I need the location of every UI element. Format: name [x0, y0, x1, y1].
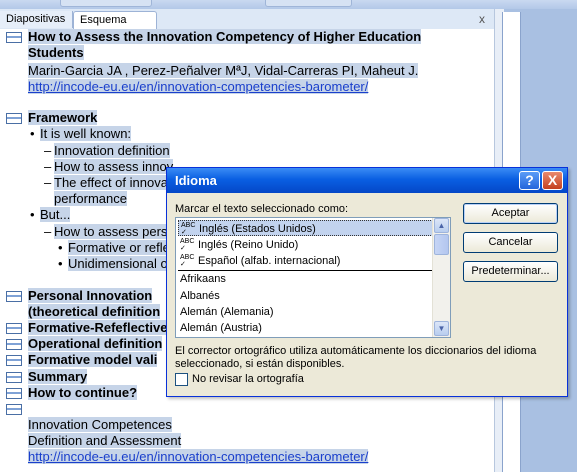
slide-icon[interactable]	[6, 404, 22, 415]
slide-icon[interactable]	[6, 32, 22, 43]
dialog-title: Idioma	[175, 173, 217, 188]
window-top-strip	[0, 0, 577, 9]
dash-bullet-icon: –	[44, 159, 52, 174]
outline-bullet[interactable]: But...	[40, 207, 71, 222]
slide-icon[interactable]	[6, 388, 22, 399]
outline-bullet[interactable]: How to assess innov	[54, 159, 174, 174]
slide-title[interactable]: (theoretical definition	[28, 304, 161, 319]
slide-title[interactable]: Operational definition	[28, 336, 163, 351]
list-item[interactable]: ABC ✓ Inglés (Estados Unidos)	[178, 220, 433, 236]
slide-title[interactable]: Framework	[28, 110, 98, 125]
list-item-label: Afrikaans	[180, 273, 226, 285]
outline-bullet[interactable]: Innovation definition	[54, 143, 170, 158]
slide-title[interactable]: Formative-Refeflective	[28, 320, 168, 335]
outline-text[interactable]: Marin-Garcia JA , Perez-Peñalver MªJ, Vi…	[28, 63, 419, 78]
language-list-label: Marcar el texto seleccionado como:	[175, 203, 349, 215]
list-item-label: Inglés (Reino Unido)	[198, 239, 299, 251]
ribbon-tab-fragment	[265, 0, 352, 7]
ribbon-tab-fragment	[60, 0, 152, 7]
dialog-title-bar[interactable]: Idioma ? X	[167, 168, 567, 193]
spellcheck-icon: ABC ✓	[181, 222, 196, 237]
outline-bullet[interactable]: Formative or refle	[68, 240, 170, 255]
slide-icon[interactable]	[6, 339, 22, 350]
outline-text[interactable]: Innovation Competences	[28, 417, 172, 432]
list-item-label: Inglés (Estados Unidos)	[199, 223, 316, 235]
dash-bullet-icon: –	[44, 224, 52, 239]
ok-button[interactable]: Aceptar	[463, 203, 558, 224]
pane-tab-bar: Diapositivas Esquema x	[0, 9, 577, 30]
slide-icon[interactable]	[6, 113, 22, 124]
outline-text[interactable]: Definition and Assessment	[28, 433, 182, 448]
scroll-thumb[interactable]	[434, 234, 449, 255]
list-item[interactable]: Alemán (Alemania)	[178, 304, 433, 320]
language-dialog: Idioma ? X Marcar el texto seleccionado …	[166, 167, 568, 397]
tab-outline[interactable]: Esquema	[73, 11, 157, 30]
tab-slides[interactable]: Diapositivas	[0, 11, 73, 28]
slide-title[interactable]: How to continue?	[28, 385, 138, 400]
list-item[interactable]: ABC ✓ Inglés (Reino Unido)	[178, 237, 433, 253]
bullet-icon: •	[30, 207, 35, 222]
bullet-icon: •	[30, 126, 35, 141]
slide-title[interactable]: Formative model vali	[28, 352, 158, 367]
outline-bullet[interactable]: Unidimensional o	[68, 256, 168, 271]
list-item[interactable]: ABC ✓ Español (alfab. internacional)	[178, 253, 433, 269]
slide-icon[interactable]	[6, 372, 22, 383]
slide-title[interactable]: Summary	[28, 369, 88, 384]
close-pane-icon[interactable]: x	[475, 12, 489, 26]
outline-bullet[interactable]: performance	[54, 191, 127, 206]
dash-bullet-icon: –	[44, 143, 52, 158]
list-item-label: Alemán (Austria)	[180, 322, 262, 334]
spellcheck-icon: ABC ✓	[180, 254, 195, 269]
cancel-button[interactable]: Cancelar	[463, 232, 558, 253]
slide-title[interactable]: Personal Innovation	[28, 288, 153, 303]
outline-link[interactable]: http://incode-eu.eu/en/innovation-compet…	[28, 79, 369, 94]
list-item-label: Albanés	[180, 290, 220, 302]
scroll-down-icon[interactable]: ▼	[434, 321, 449, 336]
set-default-button[interactable]: Predeterminar...	[463, 261, 558, 282]
slide-icon[interactable]	[6, 355, 22, 366]
bullet-icon: •	[58, 240, 63, 255]
outline-link[interactable]: http://incode-eu.eu/en/innovation-compet…	[28, 449, 369, 464]
help-button[interactable]: ?	[519, 171, 540, 190]
spellcheck-note: El corrector ortográfico utiliza automát…	[175, 345, 537, 370]
no-spellcheck-checkbox[interactable]	[175, 373, 188, 386]
slide-title[interactable]: Students	[28, 45, 84, 60]
slide-title[interactable]: How to Assess the Innovation Competency …	[28, 29, 422, 44]
outline-bullet[interactable]: It is well known:	[40, 126, 132, 141]
slide-icon[interactable]	[6, 323, 22, 334]
spellcheck-icon: ABC ✓	[180, 238, 195, 253]
close-button[interactable]: X	[542, 171, 563, 190]
list-item-label: Español (alfab. internacional)	[198, 255, 341, 267]
list-item[interactable]: Albanés	[178, 288, 433, 304]
scroll-up-icon[interactable]: ▲	[434, 218, 449, 233]
bullet-icon: •	[58, 256, 63, 271]
list-scrollbar[interactable]: ▲ ▼	[432, 218, 450, 337]
slide-icon[interactable]	[6, 291, 22, 302]
dash-bullet-icon: –	[44, 175, 52, 190]
no-spellcheck-label[interactable]: No revisar la ortografía	[192, 373, 304, 385]
list-item-label: Alemán (Alemania)	[180, 306, 274, 318]
list-item[interactable]: Alemán (Austria)	[178, 320, 433, 336]
list-item[interactable]: Afrikaans	[178, 271, 433, 287]
outline-bullet[interactable]: How to assess pers	[54, 224, 168, 239]
language-list[interactable]: ABC ✓ Inglés (Estados Unidos) ABC ✓ Inglés (…	[175, 217, 451, 338]
outline-bullet[interactable]: The effect of innova	[54, 175, 168, 190]
